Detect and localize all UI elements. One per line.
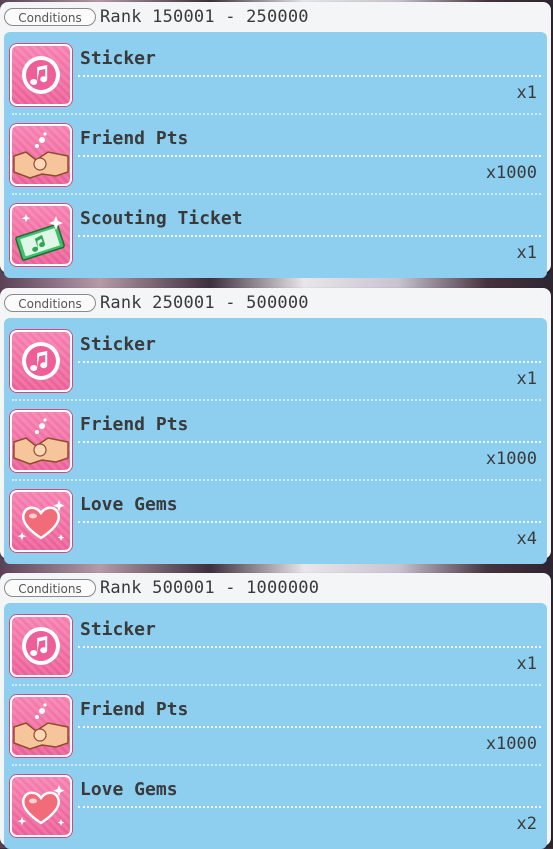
reward-quantity: x1000	[485, 163, 537, 183]
reward-row: Friend Pts x1000	[4, 115, 547, 195]
reward-name: Love Gems	[80, 494, 178, 515]
scouting-ticket-icon	[10, 204, 72, 266]
reward-row: Sticker x1	[4, 606, 547, 686]
reward-tier-panel: Conditions Rank 500001 - 1000000 Sticker…	[0, 573, 551, 849]
rank-range-title: Rank 500001 - 1000000	[100, 578, 320, 598]
handshake-icon	[10, 410, 72, 472]
handshake-icon	[10, 124, 72, 186]
music-note-icon	[10, 44, 72, 106]
row-separator	[78, 155, 541, 157]
row-separator	[78, 521, 541, 523]
tier-header: Conditions Rank 250001 - 500000	[0, 288, 551, 318]
reward-row: Love Gems x2	[4, 766, 547, 846]
reward-name: Scouting Ticket	[80, 208, 243, 229]
reward-row: Sticker x1	[4, 35, 547, 115]
reward-quantity: x1	[516, 369, 537, 389]
row-separator	[78, 75, 541, 77]
conditions-badge[interactable]: Conditions	[4, 579, 96, 597]
reward-row: Love Gems x4	[4, 481, 547, 561]
reward-name: Sticker	[80, 334, 156, 355]
reward-name: Friend Pts	[80, 699, 189, 720]
reward-name: Sticker	[80, 48, 156, 69]
reward-quantity: x4	[516, 529, 537, 549]
reward-name: Love Gems	[80, 779, 178, 800]
heart-gem-icon	[10, 490, 72, 552]
music-note-icon	[10, 615, 72, 677]
reward-tier-panel: Conditions Rank 250001 - 500000 Sticker …	[0, 288, 551, 564]
reward-row: Scouting Ticket x1	[4, 195, 547, 275]
reward-name: Sticker	[80, 619, 156, 640]
row-separator	[78, 726, 541, 728]
row-separator	[78, 235, 541, 237]
row-separator	[78, 806, 541, 808]
reward-quantity: x1	[516, 654, 537, 674]
reward-quantity: x1	[516, 83, 537, 103]
reward-name: Friend Pts	[80, 128, 189, 149]
conditions-badge[interactable]: Conditions	[4, 8, 96, 26]
music-note-icon	[10, 330, 72, 392]
reward-list: Sticker x1 Friend Pts x1000 Love Gems x4	[4, 318, 547, 564]
reward-name: Friend Pts	[80, 414, 189, 435]
row-separator	[78, 441, 541, 443]
tier-header: Conditions Rank 500001 - 1000000	[0, 573, 551, 603]
reward-row: Friend Pts x1000	[4, 686, 547, 766]
rank-range-title: Rank 250001 - 500000	[100, 293, 309, 313]
reward-row: Friend Pts x1000	[4, 401, 547, 481]
reward-quantity: x2	[516, 814, 537, 834]
heart-gem-icon	[10, 775, 72, 837]
handshake-icon	[10, 695, 72, 757]
reward-tier-panel: Conditions Rank 150001 - 250000 Sticker …	[0, 2, 551, 278]
tier-header: Conditions Rank 150001 - 250000	[0, 2, 551, 32]
reward-quantity: x1000	[485, 449, 537, 469]
rank-range-title: Rank 150001 - 250000	[100, 7, 309, 27]
row-separator	[78, 646, 541, 648]
reward-row: Sticker x1	[4, 321, 547, 401]
reward-quantity: x1000	[485, 734, 537, 754]
reward-quantity: x1	[516, 243, 537, 263]
reward-list: Sticker x1 Friend Pts x1000 Scouting Tic…	[4, 32, 547, 278]
reward-list: Sticker x1 Friend Pts x1000 Love Gems x2	[4, 603, 547, 849]
conditions-badge[interactable]: Conditions	[4, 294, 96, 312]
row-separator	[78, 361, 541, 363]
